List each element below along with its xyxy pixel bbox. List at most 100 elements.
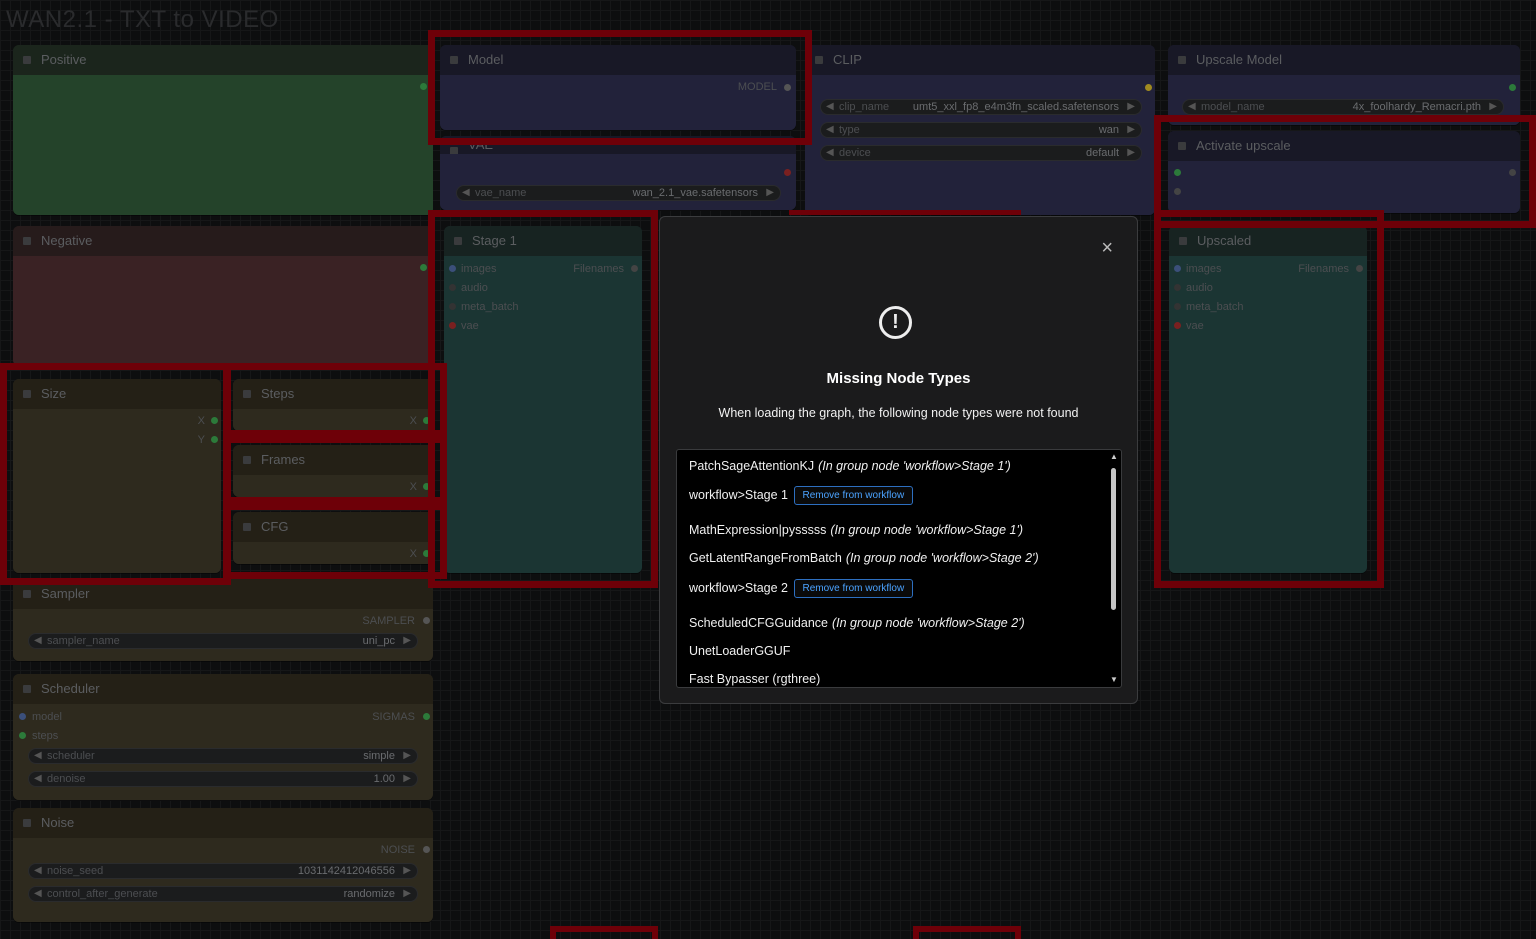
output-label: SIGMAS [372,711,415,723]
node-size[interactable]: Size X Y [13,379,221,573]
output-label: MODEL [737,81,777,93]
output-dot[interactable] [784,84,791,91]
output-dot[interactable] [420,83,427,90]
input-label: vae [1186,320,1204,332]
scrollbar[interactable]: ▲ ▼ [1110,452,1118,684]
output-dot[interactable] [423,713,430,720]
output-dot[interactable] [423,617,430,624]
vae-name-widget[interactable]: ◀ vae_name wan_2.1_vae.safetensors ▶ [456,185,781,201]
input-dot[interactable] [1174,169,1181,176]
input-dot[interactable] [19,713,26,720]
node-steps[interactable]: Steps X [233,379,433,431]
node-model[interactable]: Model MODEL [440,45,796,130]
input-dot[interactable] [449,265,456,272]
node-positive[interactable]: Positive [13,45,433,215]
node-title: Activate upscale [1168,131,1520,161]
input-dot[interactable] [19,732,26,739]
denoise-widget[interactable]: ◀ denoise 1.00 ▶ [28,771,418,787]
scroll-down-icon[interactable]: ▼ [1110,675,1118,684]
node-title: Noise [13,808,433,838]
output-label: Filenames [1298,263,1349,275]
output-dot[interactable] [423,483,430,490]
output-label: X [409,481,417,493]
clip-device-widget[interactable]: ◀ device default ▶ [820,145,1142,161]
node-sampler[interactable]: Sampler SAMPLER ◀ sampler_name uni_pc ▶ [13,579,433,661]
node-clip[interactable]: CLIP ◀ clip_name umt5_xxl_fp8_e4m3fn_scal… [805,45,1155,215]
sampler-name-widget[interactable]: ◀ sampler_name uni_pc ▶ [28,633,418,649]
input-dot[interactable] [1174,303,1181,310]
clip-name-widget[interactable]: ◀ clip_name umt5_xxl_fp8_e4m3fn_scaled.sa… [820,99,1142,115]
output-dot[interactable] [423,550,430,557]
input-dot[interactable] [1174,265,1181,272]
missing-nodes-list[interactable]: PatchSageAttentionKJ (In group node 'work… [676,449,1122,688]
node-title: Steps [233,379,433,409]
node-upscaled[interactable]: Upscaled images audio meta_batch vae Fil… [1169,226,1367,573]
missing-nodes-dialog: × ! Missing Node Types When loading the … [659,216,1138,704]
node-vae[interactable]: VAE ◀ vae_name wan_2.1_vae.safetensors ▶ [440,136,796,210]
input-dot[interactable] [1174,322,1181,329]
dialog-description: When loading the graph, the following no… [718,406,1079,420]
input-label: meta_batch [1186,301,1244,313]
output-label: X [197,415,205,427]
output-dot[interactable] [631,265,638,272]
list-item: workflow>Stage 1 Remove from workflow [689,486,914,505]
node-stage-1[interactable]: Stage 1 images audio meta_batch vae File… [444,226,642,573]
node-activate-upscale[interactable]: Activate upscale [1168,131,1520,213]
output-label: Y [197,434,205,446]
input-dot[interactable] [449,322,456,329]
node-title: CFG [233,512,433,542]
node-noise[interactable]: Noise NOISE ◀ noise_seed 1031142412046556… [13,808,433,922]
node-frames[interactable]: Frames X [233,445,433,497]
upscale-model-widget[interactable]: ◀ model_name 4x_foolhardy_Remacri.pth ▶ [1182,99,1504,115]
output-dot[interactable] [784,169,791,176]
node-title: Negative [13,226,433,256]
node-title: Upscale Model [1168,45,1520,75]
node-title: CLIP [805,45,1155,75]
warning-icon: ! [879,306,912,339]
node-cfg[interactable]: CFG X [233,512,433,564]
output-dot[interactable] [211,417,218,424]
output-dot[interactable] [211,436,218,443]
input-dot[interactable] [1174,188,1181,195]
input-label: meta_batch [461,301,519,313]
scheduler-widget[interactable]: ◀ scheduler simple ▶ [28,748,418,764]
clip-type-widget[interactable]: ◀ type wan ▶ [820,122,1142,138]
input-dot[interactable] [1174,284,1181,291]
output-dot[interactable] [420,264,427,271]
noise-seed-widget[interactable]: ◀ noise_seed 1031142412046556 ▶ [28,863,418,879]
output-dot[interactable] [423,417,430,424]
output-dot[interactable] [1509,84,1516,91]
input-dot[interactable] [449,303,456,310]
node-title: Stage 1 [444,226,642,256]
input-label: images [461,263,497,275]
output-dot[interactable] [423,846,430,853]
error-highlight [550,926,658,939]
list-item: PatchSageAttentionKJ (In group node 'work… [689,459,1011,473]
node-negative[interactable]: Negative [13,226,433,366]
output-dot[interactable] [1509,169,1516,176]
list-item: workflow>Stage 2 Remove from workflow [689,579,914,598]
input-dot[interactable] [449,284,456,291]
output-label: Filenames [573,263,624,275]
node-title: Size [13,379,221,409]
list-item: Fast Bypasser (rgthree) [689,672,821,686]
remove-from-workflow-button[interactable]: Remove from workflow [793,579,914,598]
node-title: Sampler [13,579,433,609]
control-after-generate-widget[interactable]: ◀ control_after_generate randomize ▶ [28,886,418,902]
remove-from-workflow-button[interactable]: Remove from workflow [793,486,914,505]
output-dot[interactable] [1145,84,1152,91]
list-item: GetLatentRangeFromBatch (In group node 'w… [689,551,1039,565]
scrollbar-thumb[interactable] [1111,468,1116,610]
input-label: images [1186,263,1222,275]
group-title: WAN2.1 - TXT to VIDEO [6,6,279,33]
scroll-up-icon[interactable]: ▲ [1110,452,1118,461]
output-dot[interactable] [1356,265,1363,272]
node-upscale-model[interactable]: Upscale Model ◀ model_name 4x_foolhardy_R… [1168,45,1520,125]
node-scheduler[interactable]: Scheduler model steps SIGMAS ◀ scheduler … [13,674,433,800]
output-label: X [409,415,417,427]
output-label: NOISE [380,844,415,856]
list-item: UnetLoaderGGUF [689,644,791,658]
input-label: steps [32,730,59,742]
close-icon[interactable]: × [1101,237,1113,260]
output-label: X [409,548,417,560]
